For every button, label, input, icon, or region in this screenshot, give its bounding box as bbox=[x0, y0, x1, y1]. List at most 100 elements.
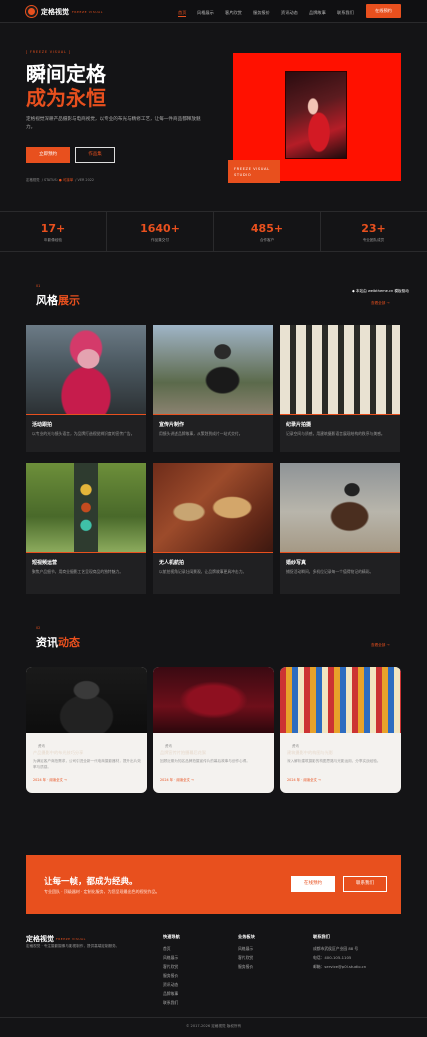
news-card-image bbox=[26, 667, 147, 733]
book-button[interactable]: 在线预约 bbox=[366, 4, 401, 18]
footer-link[interactable]: 首页 bbox=[163, 946, 171, 952]
card-accent-bar bbox=[26, 414, 146, 415]
nav-news[interactable]: 资讯动态 bbox=[281, 10, 298, 16]
stat-label: 合作客户 bbox=[259, 238, 275, 242]
nav-styles[interactable]: 风格展示 bbox=[197, 10, 214, 16]
card-accent-bar bbox=[280, 552, 400, 553]
stat-item: 23+ 专业团队成员 bbox=[320, 212, 427, 252]
style-card-desc: 以专业的光与镜头语言，为品牌打造视觉辨识度的宣传广告。 bbox=[32, 431, 135, 436]
style-card-desc: 记录空间与质感，用建筑摄影语言展现结构的秩序与美感。 bbox=[286, 431, 385, 436]
style-card-image bbox=[26, 463, 146, 552]
style-card-desc: 捕捉活动瞬间，多机位记录每一个值得铭记的精彩。 bbox=[286, 569, 374, 574]
nav-home[interactable]: 首页 bbox=[178, 10, 187, 17]
footer-phone[interactable]: 电话：400-105-1105 bbox=[313, 955, 351, 961]
footer-link[interactable]: 品牌故事 bbox=[163, 991, 178, 997]
logo-text[interactable]: 定格视觉 bbox=[41, 7, 69, 17]
footer-address: 成都市武侯区产业园 88 号 bbox=[313, 946, 359, 951]
styles-title-b: 展示 bbox=[58, 294, 80, 307]
card-accent-bar bbox=[26, 552, 146, 553]
news-card[interactable]: 资讯 建筑摄影中的构图与光影 深入解析建筑摄影的构图思路与光影运用，分享实战经验… bbox=[280, 667, 401, 793]
footer-email[interactable]: 邮箱：service@p0l.studio.cn bbox=[313, 964, 366, 970]
stats-bar: 17+ 年影像经验 1640+ 作品集交付 485+ 合作客户 23+ 专业团队… bbox=[0, 211, 427, 252]
footer-business-heading: 业务板块 bbox=[238, 934, 255, 939]
news-view-all-link[interactable]: 查看全部 → bbox=[371, 643, 390, 648]
style-card-image bbox=[153, 325, 273, 414]
style-card-title: 活动跟拍 bbox=[32, 422, 53, 428]
styles-section-title: 风格展示 bbox=[36, 292, 80, 308]
style-card[interactable]: 无人机航拍 以航拍视角记录壮阔景观，让品牌故事更具冲击力。 bbox=[153, 463, 273, 594]
news-card-tag: 资讯 bbox=[38, 744, 45, 748]
logo-icon[interactable] bbox=[26, 6, 37, 17]
hero-meta: 定格视觉 / STATUS: ● 可接单 / VER 2022 bbox=[26, 178, 95, 182]
news-card-title[interactable]: 产品摄影中的布光技巧分享 bbox=[33, 750, 143, 756]
style-card[interactable]: 宣传片制作 用镜头讲述品牌故事，从策划到成片一站式交付。 bbox=[153, 325, 273, 452]
stat-value: 485+ bbox=[250, 222, 284, 235]
stat-value: 17+ bbox=[40, 222, 66, 235]
stat-label: 作品集交付 bbox=[151, 238, 169, 242]
hero-tag: [ FREEZE VISUAL ] bbox=[26, 50, 71, 54]
logo-subtitle: FREEZE VISUAL bbox=[72, 9, 104, 14]
cta-band: 让每一帧，都成为经典。 专业团队 · 顶级器材 · 定制化服务，为您呈现最出色的… bbox=[26, 855, 401, 914]
footer-nav-heading: 快速导航 bbox=[163, 934, 180, 939]
template-credit[interactable]: ◆ 本站由 weibtheme.cn 模板驱动 bbox=[352, 289, 409, 294]
news-card-read-more[interactable]: 2024 年 · 阅读全文 → bbox=[33, 777, 67, 782]
stat-item: 17+ 年影像经验 bbox=[0, 212, 107, 252]
style-card[interactable]: 婚纱写真 捕捉活动瞬间，多机位记录每一个值得铭记的精彩。 bbox=[280, 463, 400, 594]
stat-label: 年影像经验 bbox=[44, 238, 62, 242]
news-card-read-more[interactable]: 2024 年 · 阅读全文 → bbox=[287, 777, 321, 782]
cta-contact-button[interactable]: 联系我们 bbox=[343, 876, 387, 892]
stat-item: 1640+ 作品集交付 bbox=[107, 212, 214, 252]
news-card-title[interactable]: 建筑摄影中的构图与光影 bbox=[287, 750, 397, 756]
nav-pricing[interactable]: 服务报价 bbox=[253, 10, 270, 16]
style-card-desc: 用镜头讲述品牌故事，从策划到成片一站式交付。 bbox=[159, 431, 243, 436]
news-card-read-more[interactable]: 2024 年 · 阅读全文 → bbox=[160, 777, 194, 782]
nav-gallery[interactable]: 客片欣赏 bbox=[225, 10, 242, 16]
footer-link[interactable]: 客片欣赏 bbox=[163, 964, 178, 970]
footer-link[interactable]: 风格展示 bbox=[163, 955, 178, 961]
hero-photo bbox=[285, 71, 347, 159]
hero-badge: FREEZE VISUAL STUDIO bbox=[228, 160, 280, 183]
hero-book-button[interactable]: 立即预约 bbox=[26, 147, 70, 163]
news-section-title: 资讯动态 bbox=[36, 634, 80, 650]
styles-title-a: 风格 bbox=[36, 294, 58, 307]
styles-view-all-link[interactable]: 查看全部 → bbox=[371, 301, 390, 306]
card-accent-bar bbox=[153, 414, 273, 415]
hero-title-line1: 瞬间定格 bbox=[26, 62, 106, 86]
footer-link[interactable]: 服务报价 bbox=[163, 973, 178, 979]
footer-contact-heading: 联系我们 bbox=[313, 934, 330, 939]
news-card-title[interactable]: 品牌宣传片拍摄幕后花絮 bbox=[160, 750, 270, 756]
cta-book-button[interactable]: 在线预约 bbox=[291, 876, 335, 892]
meta-version: VER 2022 bbox=[77, 178, 95, 182]
site-header: 定格视觉 FREEZE VISUAL 首页 风格展示 客片欣赏 服务报价 资讯动… bbox=[0, 0, 427, 23]
footer-logo-subtitle: FREEZE VISUAL bbox=[56, 936, 86, 941]
style-card-image bbox=[26, 325, 146, 414]
news-card[interactable]: 资讯 品牌宣传片拍摄幕后花絮 回顾近期为知名品牌拍摄宣传片的幕后故事与创作心得。… bbox=[153, 667, 274, 793]
style-card[interactable]: 短视频运营 聚焦产品细节，用商业摄影工艺呈现商品的独特魅力。 bbox=[26, 463, 146, 594]
footer-link[interactable]: 风格展示 bbox=[238, 946, 253, 952]
cta-subtitle: 专业团队 · 顶级器材 · 定制化服务，为您呈现最出色的视觉作品。 bbox=[44, 889, 160, 894]
card-accent-bar bbox=[280, 414, 400, 415]
style-card-title: 纪录片拍摄 bbox=[286, 422, 312, 428]
style-card[interactable]: 活动跟拍 以专业的光与镜头语言，为品牌打造视觉辨识度的宣传广告。 bbox=[26, 325, 146, 452]
news-card-image bbox=[280, 667, 401, 733]
footer-link[interactable]: 资讯动态 bbox=[163, 982, 178, 988]
hero-portfolio-button[interactable]: 作品集 bbox=[75, 147, 115, 163]
footer-link[interactable]: 客片欣赏 bbox=[238, 955, 253, 961]
style-card-image bbox=[280, 325, 400, 414]
footer-link[interactable]: 服务报价 bbox=[238, 964, 253, 970]
style-card-title: 宣传片制作 bbox=[159, 422, 185, 428]
news-card-desc: 为满足客户商拍需求，公司引进全新一代电商摄影器材，提升出片效率与质感。 bbox=[33, 759, 141, 769]
style-card[interactable]: 纪录片拍摄 记录空间与质感，用建筑摄影语言展现结构的秩序与美感。 bbox=[280, 325, 400, 452]
footer-link[interactable]: 联系我们 bbox=[163, 1000, 178, 1006]
hero-title-line2: 成为永恒 bbox=[26, 86, 106, 110]
stat-label: 专业团队成员 bbox=[362, 238, 385, 242]
footer-divider bbox=[0, 1017, 427, 1018]
hero-description: 定格视觉深耕产品摄影与电商视觉，以专业的布光与精修工艺，让每一件商品都释放魅力。 bbox=[26, 117, 201, 130]
news-title-a: 资讯 bbox=[36, 636, 58, 649]
style-card-desc: 以航拍视角记录壮阔景观，让品牌故事更具冲击力。 bbox=[159, 569, 247, 574]
nav-story[interactable]: 品牌故事 bbox=[309, 10, 326, 16]
footer-logo[interactable]: 定格视觉 bbox=[26, 934, 54, 944]
news-card[interactable]: 资讯 产品摄影中的布光技巧分享 为满足客户商拍需求，公司引进全新一代电商摄影器材… bbox=[26, 667, 147, 793]
nav-contact[interactable]: 联系我们 bbox=[337, 10, 354, 16]
cta-title: 让每一帧，都成为经典。 bbox=[44, 877, 138, 887]
